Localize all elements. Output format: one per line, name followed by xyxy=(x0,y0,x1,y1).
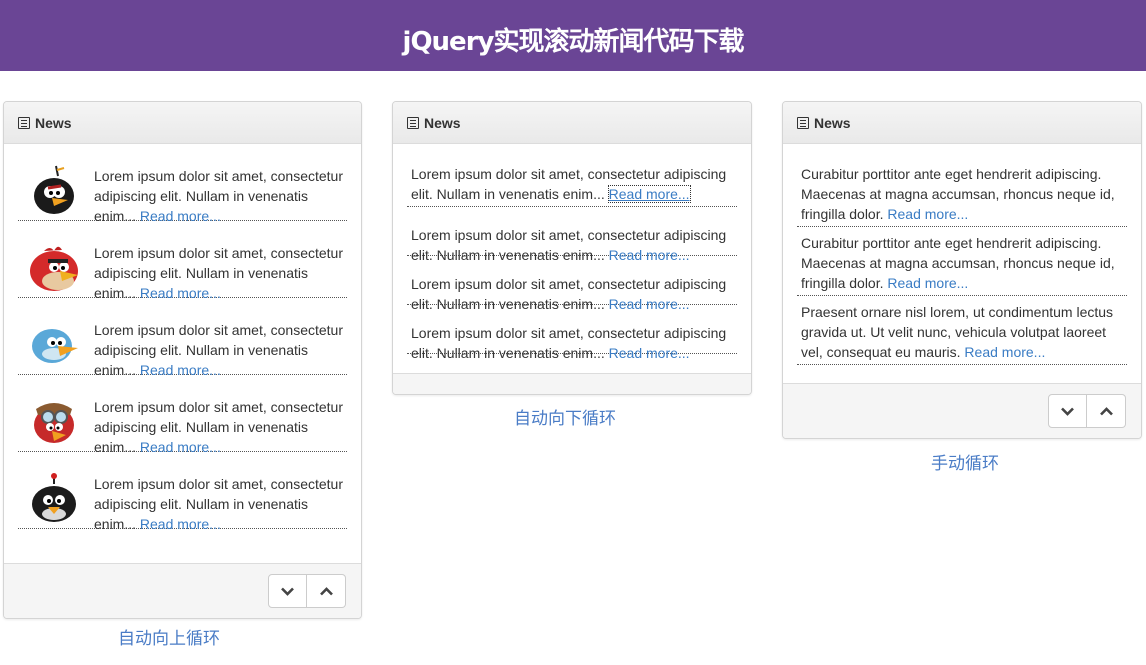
caption-auto-down: 自动向下循环 xyxy=(514,409,616,429)
list-icon xyxy=(797,116,809,129)
list-item: Curabitur porttitor ante eget hendrerit … xyxy=(797,144,1127,227)
caption-auto-up: 自动向上循环 xyxy=(118,629,220,649)
blue-bird-avatar-icon xyxy=(32,329,78,363)
news-panel-auto-down: News Lorem ipsum dolor sit amet, consect… xyxy=(392,101,752,395)
read-more-link[interactable]: Read more... xyxy=(140,362,221,378)
list-item: Praesent ornare nisl lorem, ut condiment… xyxy=(797,296,1127,365)
top-banner: jQuery实现滚动新闻代码下载 xyxy=(0,0,1146,71)
chevron-up-icon xyxy=(1099,406,1113,415)
read-more-link[interactable]: Read more... xyxy=(609,345,690,361)
scroll-up-button[interactable] xyxy=(307,574,346,608)
black-bomb-bird-avatar-icon xyxy=(32,473,76,522)
list-item: Lorem ipsum dolor sit amet, consectetur … xyxy=(407,207,737,263)
news-list: Lorem ipsum dolor sit amet, consectetur … xyxy=(4,144,361,532)
red-bird-avatar-icon xyxy=(30,246,78,291)
scroll-down-button[interactable] xyxy=(268,574,307,608)
read-more-link[interactable]: Read more... xyxy=(609,247,690,263)
list-item: Lorem ipsum dolor sit amet, consectetur … xyxy=(18,221,347,301)
news-panel-auto-up: News Lorem ipsum dolor sit amet, consect… xyxy=(3,101,362,619)
panel-title: News xyxy=(424,114,461,131)
list-item: Lorem ipsum dolor sit amet, consectetur … xyxy=(18,144,347,224)
panel-heading: News xyxy=(4,102,361,144)
list-item: Lorem ipsum dolor sit amet, consectetur … xyxy=(407,144,737,207)
read-more-link[interactable]: Read more... xyxy=(140,285,221,301)
list-icon xyxy=(18,116,30,129)
page-title: jQuery实现滚动新闻代码下载 xyxy=(402,27,745,57)
panel-footer xyxy=(783,383,1141,438)
scroll-up-button[interactable] xyxy=(1087,394,1126,428)
panel-heading: News xyxy=(393,102,751,144)
panel-heading: News xyxy=(783,102,1141,144)
chevron-down-icon xyxy=(281,587,294,596)
chevron-down-icon xyxy=(1061,407,1074,416)
read-more-link[interactable]: Read more... xyxy=(140,439,221,455)
read-more-link[interactable]: Read more... xyxy=(140,208,221,224)
list-icon xyxy=(407,116,419,129)
panel-footer xyxy=(4,563,361,618)
panel-footer xyxy=(393,373,751,394)
list-item: Lorem ipsum dolor sit amet, consectetur … xyxy=(18,375,347,455)
news-list: Curabitur porttitor ante eget hendrerit … xyxy=(783,144,1141,365)
news-list: Lorem ipsum dolor sit amet, consectetur … xyxy=(393,144,751,361)
read-more-link[interactable]: Read more... xyxy=(609,296,690,312)
scroll-controls xyxy=(268,574,346,608)
list-item: Curabitur porttitor ante eget hendrerit … xyxy=(797,227,1127,296)
read-more-link[interactable]: Read more... xyxy=(140,516,221,532)
chevron-up-icon xyxy=(319,586,333,595)
panel-title: News xyxy=(35,114,72,131)
list-item: Lorem ipsum dolor sit amet, consectetur … xyxy=(18,452,347,532)
panel-title: News xyxy=(814,114,851,131)
caption-manual: 手动循环 xyxy=(931,454,999,474)
news-text: Praesent ornare nisl lorem, ut condiment… xyxy=(801,304,1114,360)
list-item: Lorem ipsum dolor sit amet, consectetur … xyxy=(18,298,347,378)
news-panel-manual: News Curabitur porttitor ante eget hendr… xyxy=(782,101,1142,439)
scroll-down-button[interactable] xyxy=(1048,394,1087,428)
scroll-controls xyxy=(1048,394,1126,428)
read-more-link[interactable]: Read more... xyxy=(607,185,691,203)
read-more-link[interactable]: Read more... xyxy=(964,344,1045,360)
red-goggles-bird-avatar-icon xyxy=(34,403,74,443)
read-more-link[interactable]: Read more... xyxy=(887,206,968,222)
black-bird-avatar-icon xyxy=(34,165,74,214)
read-more-link[interactable]: Read more... xyxy=(887,275,968,291)
